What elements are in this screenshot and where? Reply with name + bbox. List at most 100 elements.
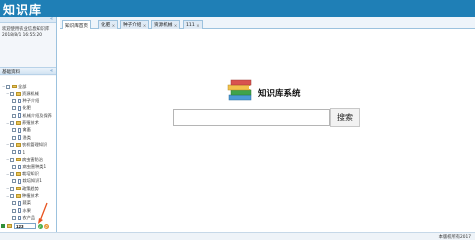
copyright-text: 本版权所有2017	[438, 235, 471, 240]
tab-label: 111	[186, 22, 195, 28]
tree-node[interactable]: 化肥	[12, 105, 31, 112]
close-tab-icon[interactable]: ×	[143, 23, 146, 28]
tab-label: 化肥	[101, 23, 111, 28]
main-content: 知识库系统 搜索	[60, 29, 475, 232]
tree-node[interactable]: − 养殖技术	[6, 120, 39, 127]
collapse-bar: «	[0, 16, 56, 23]
tree-node-label: 全部	[18, 83, 27, 89]
tree-node[interactable]: 1	[12, 149, 25, 156]
tree-node[interactable]: 蔬菜	[12, 200, 31, 207]
tree-node-label: 禽畜	[22, 127, 31, 133]
checkbox[interactable]	[12, 164, 16, 169]
welcome-text: 欢迎使用农业信息知识库 2018/8/1 16:55:20	[2, 27, 55, 39]
tree-node-label: 化肥	[22, 105, 31, 111]
checkbox[interactable]	[12, 113, 16, 118]
checkbox[interactable]	[10, 121, 14, 125]
search-input[interactable]	[173, 109, 330, 126]
folder-icon	[11, 84, 17, 89]
file-icon	[17, 215, 21, 221]
tab-item[interactable]: 化肥 ×	[98, 20, 119, 29]
tab-label: 资源机械	[154, 23, 173, 28]
search-button[interactable]: 搜索	[330, 108, 360, 127]
basic-data-title: 基础资料	[2, 70, 20, 75]
folder-icon	[6, 224, 12, 228]
tab-item[interactable]: 资源机械 ×	[151, 20, 181, 29]
checkbox[interactable]	[12, 135, 16, 140]
folder-icon	[15, 157, 21, 162]
tree-node[interactable]: − 资源机械	[6, 90, 39, 97]
checkbox[interactable]	[12, 215, 16, 220]
file-icon	[17, 179, 21, 184]
tree-node-label: 农产品	[22, 214, 36, 220]
basic-data-header: 基础资料 «	[0, 67, 56, 75]
tree-node-label: 养殖技术	[22, 120, 39, 125]
checkbox[interactable]	[10, 194, 14, 198]
tree-node-label: 渔类	[22, 134, 31, 140]
tree-node[interactable]: 种子介绍	[12, 98, 39, 105]
red-arrow-annotation	[38, 202, 48, 224]
close-tab-icon[interactable]: ×	[196, 23, 199, 28]
checkbox[interactable]	[12, 201, 16, 206]
checkbox[interactable]	[10, 142, 14, 147]
checkbox[interactable]	[12, 150, 16, 155]
file-icon	[17, 113, 21, 118]
collapse-panel-icon[interactable]: «	[50, 68, 53, 74]
file-icon	[17, 106, 21, 111]
tree-node-label: 1	[22, 149, 26, 155]
checkbox[interactable]	[1, 224, 5, 228]
folder-icon	[15, 92, 21, 96]
tree-node-label: 水果	[22, 207, 31, 213]
file-icon	[17, 128, 21, 133]
books-logo-icon	[227, 79, 253, 101]
tree-node[interactable]: 农产品	[12, 214, 35, 221]
tree-node-label: 栽培知识1	[22, 178, 42, 184]
folder-icon	[15, 172, 21, 176]
close-tab-icon[interactable]: ×	[112, 23, 115, 28]
tab-item[interactable]: 种子介绍 ×	[120, 20, 150, 29]
tab-label: 知识库首页	[65, 23, 88, 29]
system-title: 知识库系统	[258, 89, 301, 99]
folder-icon	[15, 194, 21, 198]
node-name-input[interactable]	[14, 223, 36, 229]
tree-node-label: 种子介绍	[22, 98, 40, 104]
folder-icon	[15, 121, 21, 125]
tree-node-label: 病虫害种类1	[22, 163, 47, 169]
checkbox[interactable]	[10, 157, 14, 162]
tree-node[interactable]: 机械介绍及保养	[12, 112, 52, 119]
app-logo: 知识库	[3, 3, 43, 17]
tree-node[interactable]: 渔类	[12, 134, 31, 141]
checkbox[interactable]	[10, 172, 14, 177]
checkbox[interactable]	[12, 99, 16, 104]
tree-node[interactable]: − 政策趋势	[6, 185, 39, 192]
left-panel: « 欢迎使用农业信息知识库 2018/8/1 16:55:20 基础资料 « −…	[0, 16, 57, 232]
tree-node-label: 机械介绍及保养	[22, 112, 52, 118]
tree-node[interactable]: − 种植技术	[6, 193, 39, 200]
tree-node-label: 栽培知识	[22, 171, 39, 177]
file-icon	[17, 164, 21, 170]
tree-node-label: 政策趋势	[22, 185, 39, 191]
checkbox[interactable]	[10, 186, 14, 191]
tree-node[interactable]: − 全部	[2, 83, 26, 90]
file-icon	[17, 98, 21, 104]
checkbox[interactable]	[12, 179, 16, 184]
tree-node-label: 蔬菜	[22, 200, 31, 206]
close-tab-icon[interactable]: ×	[174, 23, 177, 28]
tree-node[interactable]: 水果	[12, 207, 31, 214]
collapse-left-icon[interactable]: «	[50, 16, 53, 22]
tree-node[interactable]: 病虫害种类1	[12, 163, 46, 170]
checkbox[interactable]	[12, 106, 16, 111]
tree-node[interactable]: 禽畜	[12, 127, 31, 134]
folder-icon	[15, 186, 21, 191]
footer: 本版权所有2017	[0, 232, 475, 240]
checkbox[interactable]	[10, 91, 14, 96]
file-icon	[17, 208, 21, 213]
tab-item[interactable]: 111 ×	[183, 20, 203, 29]
checkbox[interactable]	[12, 208, 16, 213]
tree-node[interactable]: 栽培知识1	[12, 178, 42, 185]
login-time: 2018/8/1 16:55:20	[2, 33, 42, 38]
tree-node[interactable]: − 农机管理知识	[6, 141, 47, 148]
checkbox[interactable]	[12, 128, 16, 133]
tree-node[interactable]: − 病虫害防治	[6, 156, 43, 163]
tree-node[interactable]: − 栽培知识	[6, 171, 39, 178]
checkbox[interactable]	[6, 84, 10, 89]
